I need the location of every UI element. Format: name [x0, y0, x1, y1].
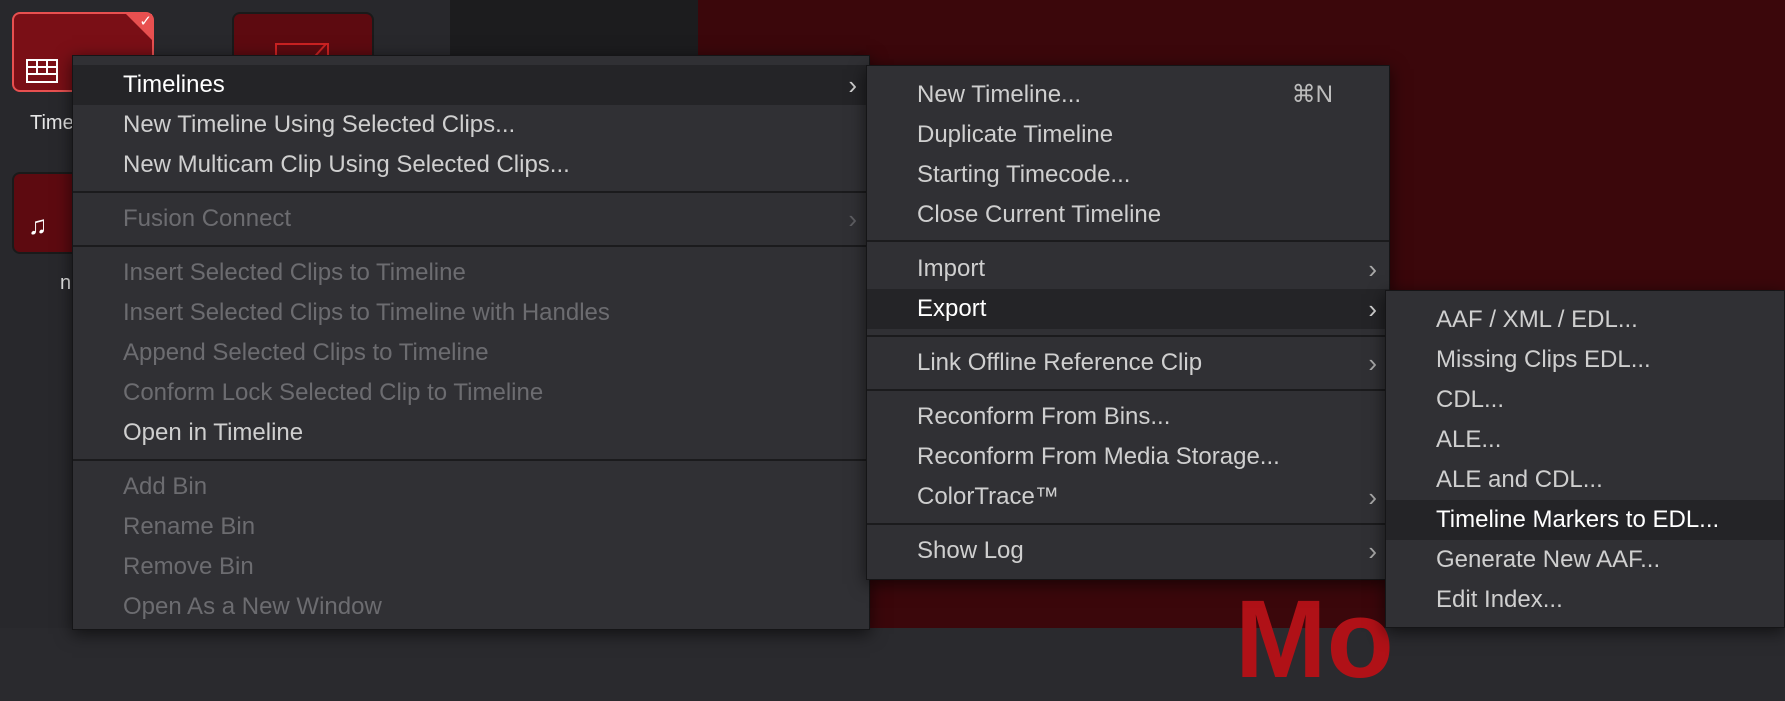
menu-separator: [867, 523, 1389, 525]
menu-item-remove-bin[interactable]: Remove Bin: [73, 547, 869, 587]
menu-item-rename-bin[interactable]: Rename Bin: [73, 507, 869, 547]
menu-item-label: Insert Selected Clips to Timeline with H…: [123, 299, 610, 326]
menu-item-label: Starting Timecode...: [917, 161, 1131, 188]
menu-separator: [867, 240, 1389, 242]
timeline-icon: [26, 59, 58, 83]
menu-item-open-new-window[interactable]: Open As a New Window: [73, 587, 869, 627]
menu-item-label: AAF / XML / EDL...: [1436, 306, 1638, 333]
chevron-right-icon: ›: [1368, 294, 1377, 324]
bin-context-menu: Timelines › New Timeline Using Selected …: [72, 55, 870, 630]
menu-item-label: Insert Selected Clips to Timeline: [123, 259, 466, 286]
menu-item-label: Duplicate Timeline: [917, 121, 1114, 148]
menu-item-colortrace[interactable]: ColorTrace™ ›: [867, 477, 1389, 517]
menu-item-label: Reconform From Media Storage...: [917, 443, 1280, 470]
menu-item-aaf-xml-edl[interactable]: AAF / XML / EDL...: [1386, 300, 1784, 340]
menu-item-generate-new-aaf[interactable]: Generate New AAF...: [1386, 540, 1784, 580]
menu-separator: [867, 335, 1389, 337]
viewer-overlay-text: Mo: [1235, 578, 1394, 701]
menu-item-ale[interactable]: ALE...: [1386, 420, 1784, 460]
menu-item-label: Show Log: [917, 537, 1024, 564]
menu-item-new-multicam-clip[interactable]: New Multicam Clip Using Selected Clips..…: [73, 145, 869, 185]
menu-item-new-timeline-selected-clips[interactable]: New Timeline Using Selected Clips...: [73, 105, 869, 145]
menu-item-label: Import: [917, 255, 986, 282]
menu-separator: [73, 459, 869, 461]
menu-item-label: Remove Bin: [123, 553, 254, 580]
export-submenu: AAF / XML / EDL... Missing Clips EDL... …: [1385, 290, 1785, 628]
menu-item-timelines[interactable]: Timelines ›: [73, 65, 869, 105]
menu-item-link-offline-reference[interactable]: Link Offline Reference Clip ›: [867, 343, 1389, 383]
menu-item-label: Conform Lock Selected Clip to Timeline: [123, 379, 544, 406]
menu-item-timeline-markers-edl[interactable]: Timeline Markers to EDL...: [1386, 500, 1784, 540]
menu-item-append-clips[interactable]: Append Selected Clips to Timeline: [73, 333, 869, 373]
chevron-right-icon: ›: [1368, 482, 1377, 512]
menu-item-reconform-bins[interactable]: Reconform From Bins...: [867, 397, 1389, 437]
chevron-right-icon: ›: [1368, 348, 1377, 378]
menu-item-cdl[interactable]: CDL...: [1386, 380, 1784, 420]
menu-item-label: Timeline Markers to EDL...: [1436, 506, 1720, 533]
selected-check-icon: ✓: [126, 13, 152, 40]
chevron-right-icon: ›: [1368, 254, 1377, 284]
menu-item-label: New Timeline Using Selected Clips...: [123, 111, 516, 138]
menu-separator: [867, 389, 1389, 391]
menu-item-label: Missing Clips EDL...: [1436, 346, 1651, 373]
menu-item-label: Rename Bin: [123, 513, 256, 540]
menu-item-insert-clips-handles[interactable]: Insert Selected Clips to Timeline with H…: [73, 293, 869, 333]
menu-item-label: Close Current Timeline: [917, 201, 1162, 228]
chevron-right-icon: ›: [848, 204, 857, 234]
menu-item-label: Append Selected Clips to Timeline: [123, 339, 489, 366]
clip-label-timeline: Time: [30, 112, 74, 134]
menu-item-label: Timelines: [123, 71, 225, 98]
menu-item-duplicate-timeline[interactable]: Duplicate Timeline: [867, 115, 1389, 155]
menu-item-label: Edit Index...: [1436, 586, 1563, 613]
menu-item-close-current-timeline[interactable]: Close Current Timeline: [867, 195, 1389, 235]
menu-item-label: Fusion Connect: [123, 205, 292, 232]
menu-item-fusion-connect[interactable]: Fusion Connect ›: [73, 199, 869, 239]
clip-label-audio: n: [60, 272, 72, 294]
menu-item-label: ALE and CDL...: [1436, 466, 1603, 493]
menu-item-ale-and-cdl[interactable]: ALE and CDL...: [1386, 460, 1784, 500]
music-note-icon: ♫: [28, 210, 48, 240]
menu-item-label: Open As a New Window: [123, 593, 382, 620]
menu-item-label: New Timeline...: [917, 81, 1082, 108]
menu-item-insert-clips[interactable]: Insert Selected Clips to Timeline: [73, 253, 869, 293]
menu-separator: [73, 245, 869, 247]
menu-item-label: Link Offline Reference Clip: [917, 349, 1203, 376]
menu-item-starting-timecode[interactable]: Starting Timecode...: [867, 155, 1389, 195]
menu-item-label: Generate New AAF...: [1436, 546, 1661, 573]
menu-item-edit-index[interactable]: Edit Index...: [1386, 580, 1784, 620]
menu-item-open-in-timeline[interactable]: Open in Timeline: [73, 413, 869, 453]
menu-item-add-bin[interactable]: Add Bin: [73, 467, 869, 507]
menu-item-label: CDL...: [1436, 386, 1505, 413]
shortcut-label: ⌘N: [1291, 81, 1333, 108]
menu-item-import[interactable]: Import ›: [867, 249, 1389, 289]
menu-item-reconform-media-storage[interactable]: Reconform From Media Storage...: [867, 437, 1389, 477]
menu-item-conform-lock[interactable]: Conform Lock Selected Clip to Timeline: [73, 373, 869, 413]
menu-item-show-log[interactable]: Show Log ›: [867, 531, 1389, 571]
menu-item-export[interactable]: Export ›: [867, 289, 1389, 329]
menu-item-label: ColorTrace™: [917, 483, 1059, 510]
menu-item-label: New Multicam Clip Using Selected Clips..…: [123, 151, 570, 178]
timelines-submenu: New Timeline... ⌘N Duplicate Timeline St…: [866, 65, 1390, 580]
menu-item-label: Export: [917, 295, 987, 322]
menu-item-label: Open in Timeline: [123, 419, 304, 446]
menu-item-label: Reconform From Bins...: [917, 403, 1171, 430]
menu-item-new-timeline[interactable]: New Timeline... ⌘N: [867, 75, 1389, 115]
chevron-right-icon: ›: [848, 70, 857, 100]
menu-separator: [73, 191, 869, 193]
menu-item-label: Add Bin: [123, 473, 208, 500]
chevron-right-icon: ›: [1368, 536, 1377, 566]
menu-item-label: ALE...: [1436, 426, 1502, 453]
menu-item-missing-clips-edl[interactable]: Missing Clips EDL...: [1386, 340, 1784, 380]
